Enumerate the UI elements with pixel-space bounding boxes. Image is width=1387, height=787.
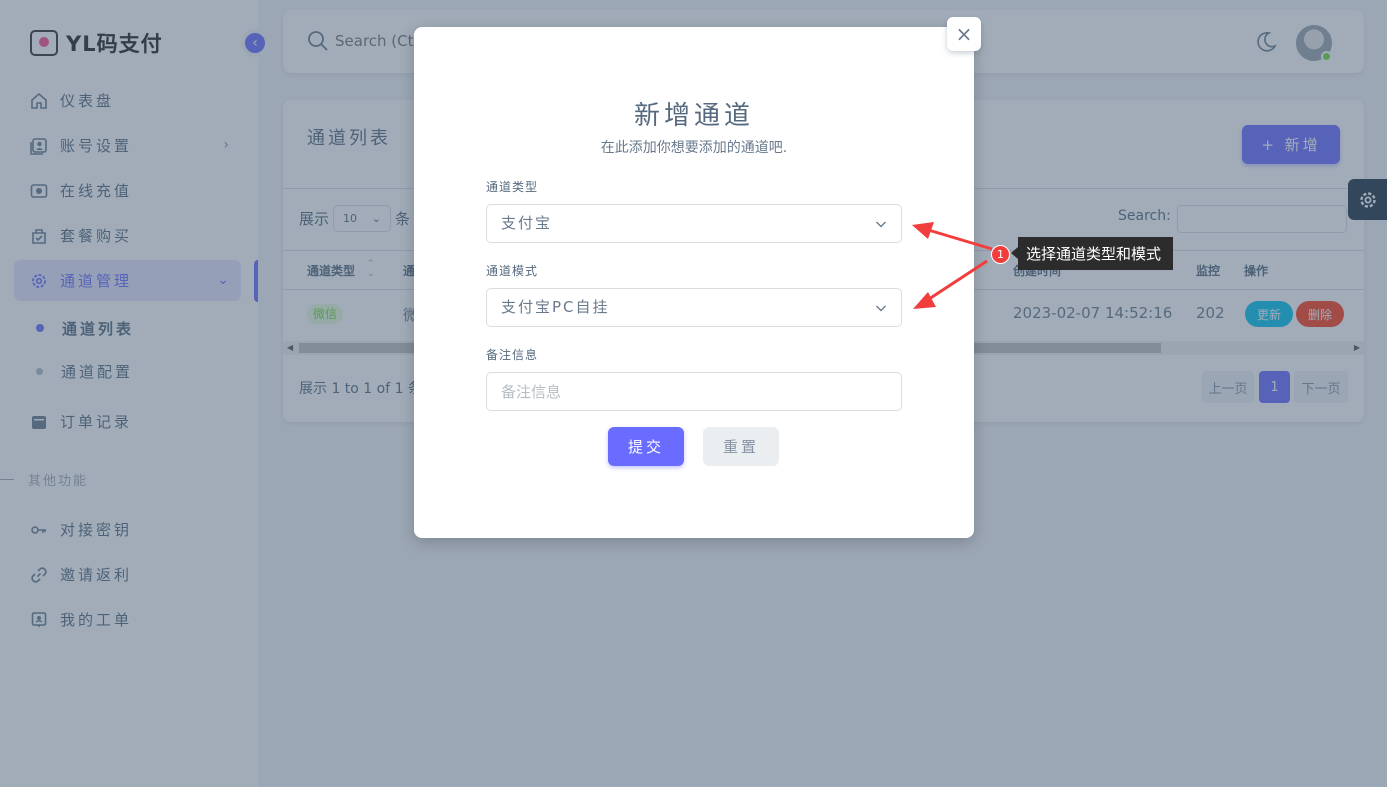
annotation-number-badge: 1 — [991, 245, 1010, 264]
annotation-label: 选择通道类型和模式 — [1010, 237, 1174, 270]
remark-input[interactable] — [486, 372, 902, 411]
chevron-down-icon — [876, 221, 886, 228]
modal-title: 新增通道 — [633, 101, 754, 131]
channel-type-select[interactable]: 支付宝 — [486, 204, 902, 243]
chevron-down-icon — [876, 305, 886, 312]
channel-mode-label: 通道模式 — [486, 264, 539, 278]
submit-button[interactable]: 提交 — [608, 427, 684, 466]
close-button[interactable]: × — [947, 17, 981, 51]
channel-type-label: 通道类型 — [486, 180, 539, 194]
channel-type-value: 支付宝 — [501, 214, 553, 232]
reset-button[interactable]: 重置 — [703, 427, 779, 466]
channel-mode-value: 支付宝PC自挂 — [501, 298, 610, 316]
remark-label: 备注信息 — [486, 348, 539, 362]
modal-subtitle: 在此添加你想要添加的通道吧. — [600, 140, 788, 156]
add-channel-modal: × 新增通道 在此添加你想要添加的通道吧. 通道类型 支付宝 通道模式 支付宝P… — [414, 17, 981, 538]
channel-mode-select[interactable]: 支付宝PC自挂 — [486, 288, 902, 327]
